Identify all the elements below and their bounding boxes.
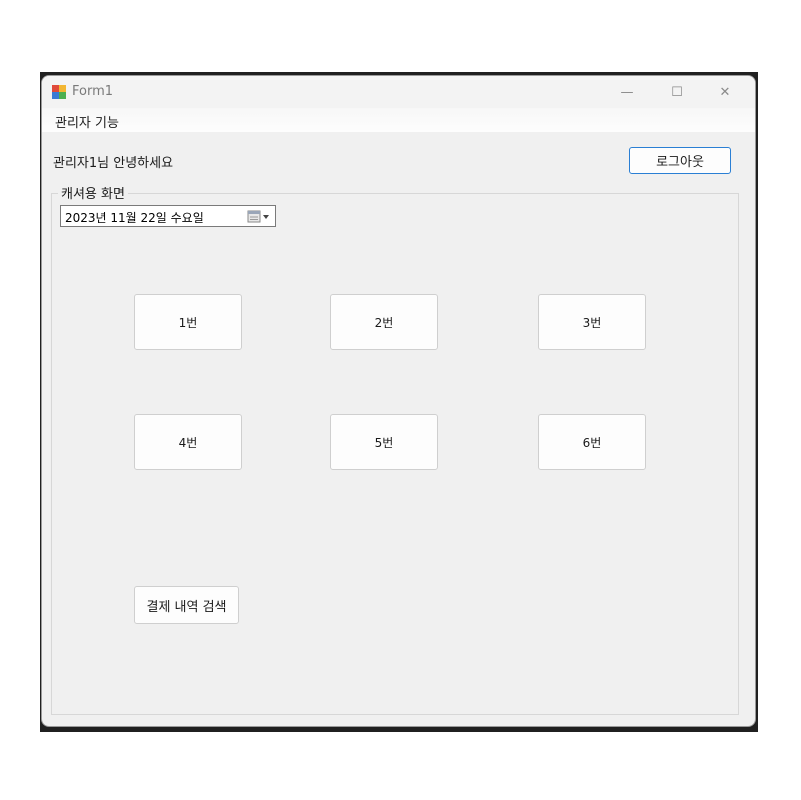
payment-history-search-button[interactable]: 결제 내역 검색 bbox=[134, 586, 239, 624]
seat-5-button[interactable]: 5번 bbox=[330, 414, 438, 470]
date-value: 2023년 11월 22일 수요일 bbox=[65, 211, 204, 225]
calendar-dropdown-icon[interactable] bbox=[246, 210, 274, 224]
menu-bar: 관리자 기능 bbox=[42, 108, 755, 132]
groupbox-title: 캐셔용 화면 bbox=[58, 183, 128, 202]
greeting-label: 관리자1님 안녕하세요 bbox=[53, 156, 174, 171]
window-title: Form1 bbox=[72, 84, 114, 99]
minimize-button[interactable]: — bbox=[604, 76, 650, 108]
seat-3-button[interactable]: 3번 bbox=[538, 294, 646, 350]
logout-button[interactable]: 로그아웃 bbox=[629, 147, 731, 174]
seat-1-button[interactable]: 1번 bbox=[134, 294, 242, 350]
title-bar[interactable]: Form1 — ☐ ✕ bbox=[42, 76, 755, 108]
maximize-button[interactable]: ☐ bbox=[654, 76, 700, 108]
seat-2-button[interactable]: 2번 bbox=[330, 294, 438, 350]
menu-item-admin-functions[interactable]: 관리자 기능 bbox=[55, 112, 119, 131]
close-button[interactable]: ✕ bbox=[702, 76, 748, 108]
date-picker[interactable]: 2023년 11월 22일 수요일 bbox=[60, 205, 276, 227]
seat-6-button[interactable]: 6번 bbox=[538, 414, 646, 470]
app-window: Form1 — ☐ ✕ 관리자 기능 관리자1님 안녕하세요 로그아웃 캐셔용 … bbox=[42, 76, 755, 726]
app-icon bbox=[52, 85, 66, 99]
seat-4-button[interactable]: 4번 bbox=[134, 414, 242, 470]
